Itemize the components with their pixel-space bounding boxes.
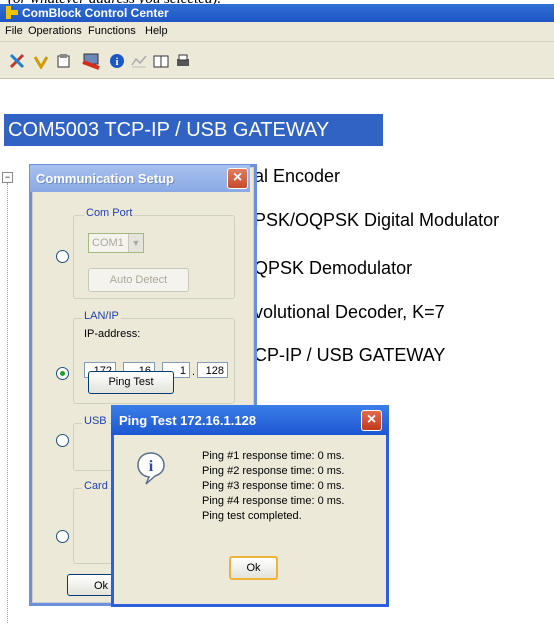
tools-icon[interactable] [8,52,26,70]
lan-ip-radio[interactable] [56,367,69,380]
card-radio[interactable] [56,530,69,543]
menu-functions[interactable]: Functions [88,25,136,37]
com-port-label: Com Port [84,207,135,219]
toolbar: i [0,42,554,79]
tree-item-decoder[interactable]: volutional Decoder, K=7 [254,302,445,323]
tree-connector [7,183,8,623]
communication-setup-title-bar: Communication Setup × [30,165,250,192]
chart-icon[interactable] [130,52,148,70]
tree-item-demodulator[interactable]: QPSK Demodulator [254,258,412,279]
dialog-title: Communication Setup [36,171,174,186]
menu-file[interactable]: File [5,25,23,37]
chevron-down-icon: ▼ [128,234,143,252]
book-icon[interactable] [152,52,170,70]
app-logo-icon [6,6,18,19]
printer-icon[interactable] [174,52,192,70]
lan-ip-label: LAN/IP [82,310,121,322]
ping-dialog-title: Ping Test 172.16.1.128 [119,413,257,428]
ping-result-line: Ping #2 response time: 0 ms. [202,465,345,477]
tree-item-selected[interactable]: COM5003 TCP-IP / USB GATEWAY [4,114,383,146]
auto-detect-button[interactable]: Auto Detect [88,268,189,292]
menu-operations[interactable]: Operations [28,25,82,37]
com-port-select[interactable]: COM1 ▼ [88,233,144,253]
monitor-icon[interactable] [80,52,102,70]
usb-radio[interactable] [56,434,69,447]
svg-text:i: i [115,56,118,68]
wand-icon[interactable] [32,52,50,70]
ping-result-line: Ping #4 response time: 0 ms. [202,495,345,507]
ping-test-button[interactable]: Ping Test [88,371,174,394]
menu-help[interactable]: Help [145,25,168,37]
ip-dot: . [192,366,196,378]
card-label: Card [82,480,110,492]
info-icon[interactable]: i [108,52,126,70]
info-balloon-icon: i [136,451,166,490]
ping-ok-button[interactable]: Ok [229,556,278,580]
usb-label: USB [82,415,109,427]
ping-result-line: Ping #1 response time: 0 ms. [202,450,345,462]
tree-expand-icon[interactable]: − [2,172,13,183]
menu-bar: File Operations Functions Help [0,22,554,42]
ping-result-line: Ping #3 response time: 0 ms. [202,480,345,492]
close-icon[interactable]: × [361,410,382,431]
ping-result-line: Ping test completed. [202,510,302,522]
ip-address-label: IP-address: [84,328,141,340]
tree-item-modulator[interactable]: PSK/OQPSK Digital Modulator [254,210,499,231]
ip-octet-4[interactable]: 128 [197,362,228,378]
tree-item-gateway[interactable]: CP-IP / USB GATEWAY [254,345,445,366]
svg-text:i: i [149,458,154,475]
app-title-bar: ComBlock Control Center [0,4,554,22]
com-port-radio[interactable] [56,250,69,263]
properties-icon[interactable] [55,52,73,70]
app-title: ComBlock Control Center [22,6,169,20]
close-icon[interactable]: × [227,168,248,189]
ping-test-title-bar: Ping Test 172.16.1.128 × [111,405,389,435]
tree-item-encoder[interactable]: al Encoder [254,166,340,187]
